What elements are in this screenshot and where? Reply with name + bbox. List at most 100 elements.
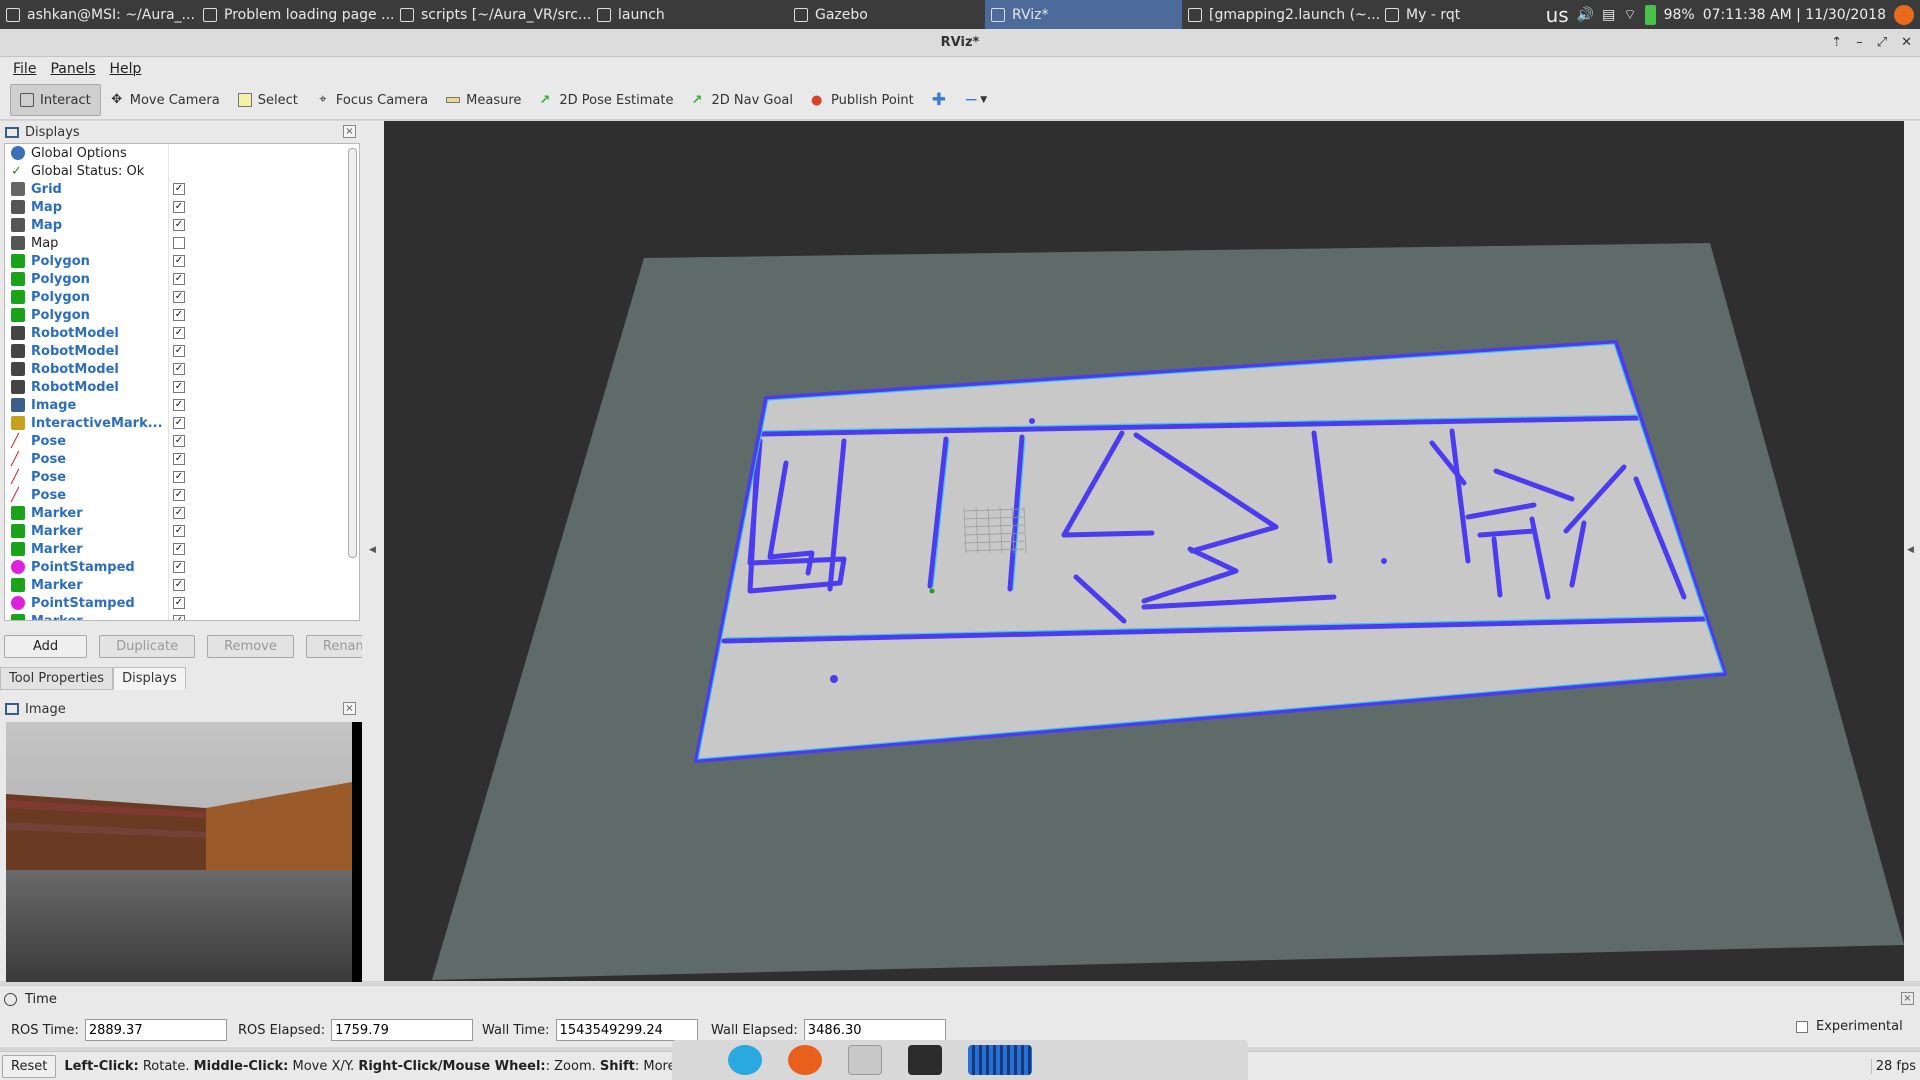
select-tool-button[interactable]: Select — [229, 84, 307, 116]
display-enable-checkbox[interactable]: ✓ — [173, 291, 185, 303]
display-enable-checkbox[interactable]: ✓ — [173, 219, 185, 231]
publish-point-tool-button[interactable]: ● Publish Point — [802, 84, 923, 116]
experimental-checkbox[interactable] — [1796, 1020, 1808, 1033]
add-tool-button[interactable]: ✚ — [923, 84, 955, 116]
close-icon[interactable]: ✕ — [1901, 29, 1912, 57]
display-item[interactable]: Marker ✓ — [5, 522, 359, 540]
add-button[interactable]: Add — [4, 635, 88, 658]
display-item[interactable]: Marker ✓ — [5, 504, 359, 522]
taskbar-item[interactable]: Problem loading page ... — [197, 0, 394, 29]
display-item[interactable]: ✓ Global Status: Ok — [5, 162, 359, 180]
home-folder-icon[interactable] — [848, 1045, 882, 1075]
focus-camera-tool-button[interactable]: ⌖ Focus Camera — [307, 84, 437, 116]
remove-tool-dropdown[interactable]: − ▼ — [955, 84, 996, 116]
tab-tool-properties[interactable]: Tool Properties — [0, 667, 114, 690]
display-enable-checkbox[interactable]: ✓ — [173, 201, 185, 213]
display-enable-checkbox[interactable]: ✓ — [173, 543, 185, 555]
display-enable-checkbox[interactable]: ✓ — [173, 597, 185, 609]
render-viewport[interactable] — [384, 121, 1904, 981]
display-item[interactable]: Map ✓ — [5, 198, 359, 216]
ros-time-input[interactable] — [84, 1019, 227, 1041]
remove-button[interactable]: Remove — [207, 635, 294, 658]
display-item[interactable]: RobotModel ✓ — [5, 342, 359, 360]
close-icon[interactable]: × — [343, 702, 356, 715]
display-item[interactable]: Grid ✓ — [5, 180, 359, 198]
display-item[interactable]: Polygon ✓ — [5, 288, 359, 306]
display-item[interactable]: ╱ Pose ✓ — [5, 468, 359, 486]
battery-icon[interactable] — [1644, 4, 1656, 25]
keyboard-layout[interactable]: us — [1546, 3, 1569, 27]
display-item[interactable]: PointStamped ✓ — [5, 594, 359, 612]
taskbar-item[interactable]: [gmapping2.launch (~... — [1182, 0, 1379, 29]
display-enable-checkbox[interactable]: ✓ — [173, 327, 185, 339]
wall-elapsed-input[interactable] — [803, 1019, 946, 1041]
move-camera-tool-button[interactable]: ✥ Move Camera — [101, 84, 229, 116]
display-enable-checkbox[interactable]: ✓ — [173, 183, 185, 195]
close-icon[interactable]: × — [1901, 992, 1914, 1005]
display-enable-checkbox[interactable]: ✓ — [173, 561, 185, 573]
firefox-icon[interactable] — [788, 1045, 822, 1075]
nav-goal-tool-button[interactable]: ↗ 2D Nav Goal — [682, 84, 802, 116]
taskbar-item[interactable]: scripts [~/Aura_VR/src... — [394, 0, 591, 29]
taskbar-item[interactable]: launch — [591, 0, 788, 29]
display-enable-checkbox[interactable]: ✓ — [173, 273, 185, 285]
ros-elapsed-input[interactable] — [331, 1019, 474, 1041]
display-enable-checkbox[interactable]: ✓ — [173, 417, 185, 429]
maximize-icon[interactable]: ⤢ — [1877, 29, 1887, 57]
menu-file[interactable]: File — [6, 61, 43, 77]
display-item[interactable]: Marker ✓ — [5, 576, 359, 594]
taskbar-item[interactable]: RViz* — [985, 0, 1182, 29]
experimental-toggle[interactable]: Experimental — [1796, 1019, 1903, 1034]
display-enable-checkbox[interactable]: ✓ — [173, 489, 185, 501]
terminal-icon[interactable] — [908, 1045, 942, 1075]
pin-icon[interactable]: ⇡ — [1831, 29, 1842, 57]
right-splitter[interactable]: ◀ — [1904, 121, 1920, 981]
display-item[interactable]: Polygon ✓ — [5, 306, 359, 324]
pose-estimate-tool-button[interactable]: ↗ 2D Pose Estimate — [530, 84, 682, 116]
display-item[interactable]: InteractiveMark... ✓ — [5, 414, 359, 432]
display-item[interactable]: ╱ Pose ✓ — [5, 450, 359, 468]
measure-tool-button[interactable]: Measure — [437, 84, 530, 116]
display-item[interactable]: Global Options — [5, 144, 359, 162]
clipboard-icon[interactable]: ▤ — [1602, 7, 1615, 23]
display-item[interactable]: RobotModel ✓ — [5, 324, 359, 342]
display-item[interactable]: Marker ✓ — [5, 540, 359, 558]
display-item[interactable]: ╱ Pose ✓ — [5, 432, 359, 450]
taskbar-item[interactable]: ashkan@MSI: ~/Aura_... — [0, 0, 197, 29]
wifi-icon[interactable]: ⌔ — [1623, 6, 1636, 24]
display-enable-checkbox[interactable]: ✓ — [173, 435, 185, 447]
vertical-scrollbar[interactable] — [348, 148, 357, 558]
display-enable-checkbox[interactable]: ✓ — [173, 471, 185, 483]
display-enable-checkbox[interactable]: ✓ — [173, 507, 185, 519]
minimize-icon[interactable]: – — [1856, 29, 1863, 57]
display-enable-checkbox[interactable]: ✓ — [173, 525, 185, 537]
display-item[interactable]: PointStamped ✓ — [5, 558, 359, 576]
display-enable-checkbox[interactable]: ✓ — [173, 363, 185, 375]
display-item[interactable]: RobotModel ✓ — [5, 360, 359, 378]
display-item[interactable]: Map ✓ — [5, 216, 359, 234]
menu-panels[interactable]: Panels — [43, 61, 102, 77]
menu-help[interactable]: Help — [103, 61, 149, 77]
display-item[interactable]: Map — [5, 234, 359, 252]
display-item[interactable]: Polygon ✓ — [5, 252, 359, 270]
close-icon[interactable]: × — [343, 125, 356, 138]
clock[interactable]: 07:11:38 AM | 11/30/2018 — [1703, 7, 1886, 23]
display-enable-checkbox[interactable]: ✓ — [173, 345, 185, 357]
display-item[interactable]: ╱ Pose ✓ — [5, 486, 359, 504]
system-monitor-icon[interactable] — [968, 1045, 1032, 1075]
display-enable-checkbox[interactable]: ✓ — [173, 579, 185, 591]
interact-tool-button[interactable]: Interact — [10, 84, 101, 116]
ubuntu-menu-icon[interactable] — [1894, 4, 1914, 25]
app-launcher-icon[interactable] — [728, 1045, 762, 1075]
display-item[interactable]: Marker ✓ — [5, 612, 359, 620]
display-enable-checkbox[interactable] — [173, 237, 185, 249]
display-enable-checkbox[interactable]: ✓ — [173, 615, 185, 620]
splitter-handle[interactable]: ◀ — [362, 121, 384, 981]
volume-icon[interactable]: 🔊 — [1577, 7, 1594, 23]
tab-displays[interactable]: Displays — [113, 667, 186, 690]
taskbar-item[interactable]: Gazebo — [788, 0, 985, 29]
display-item[interactable]: Image ✓ — [5, 396, 359, 414]
display-enable-checkbox[interactable]: ✓ — [173, 381, 185, 393]
displays-tree[interactable]: Global Options ✓ Global Status: Ok Grid ✓ Map… — [4, 143, 360, 621]
display-item[interactable]: Polygon ✓ — [5, 270, 359, 288]
